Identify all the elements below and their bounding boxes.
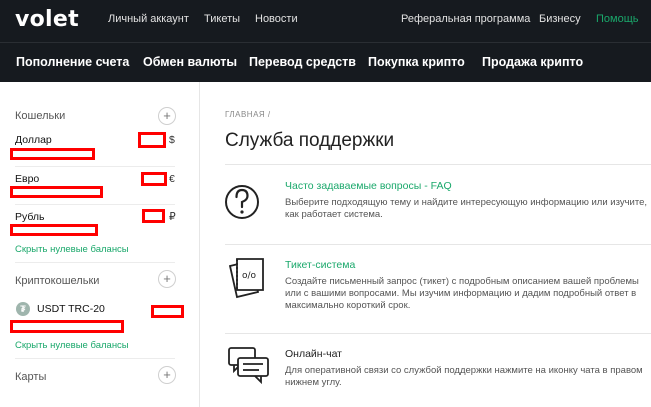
divider [15, 358, 175, 359]
main-nav-sell-crypto[interactable]: Продажа крипто [482, 55, 583, 69]
ticket-icon: o/o [228, 258, 264, 299]
add-crypto-wallet-button[interactable]: + [158, 270, 176, 288]
nav-personal-account[interactable]: Личный аккаунт [108, 13, 189, 25]
redacted-balance [141, 172, 167, 186]
page-title: Служба поддержки [225, 130, 395, 151]
main-nav: Пополнение счета Обмен валюты Перевод ср… [0, 42, 651, 82]
cards-label: Карты [15, 371, 47, 383]
add-wallet-button[interactable]: + [158, 107, 176, 125]
online-chat-description: Для оперативной связи со службой поддерж… [285, 365, 643, 388]
nav-news[interactable]: Новости [255, 13, 298, 25]
nav-help[interactable]: Помощь [596, 13, 639, 25]
hide-zero-balances-link[interactable]: Скрыть нулевые балансы [15, 244, 129, 255]
nav-referral[interactable]: Реферальная программа [401, 13, 530, 25]
wallet-ruble-symbol: ₽ [169, 211, 176, 223]
sidebar: Кошельки + Доллар $ Евро € Рубль ₽ Скрыт… [0, 82, 200, 407]
wallet-dollar[interactable]: Доллар [15, 134, 52, 146]
wallet-dollar-symbol: $ [169, 134, 175, 146]
divider [15, 204, 175, 205]
wallet-usdt[interactable]: USDT TRC-20 [37, 303, 105, 315]
tether-icon: ₮ [16, 302, 30, 316]
wallet-euro[interactable]: Евро [15, 173, 39, 185]
wallet-euro-symbol: € [169, 173, 175, 185]
logo[interactable]: volet [15, 7, 79, 32]
main-nav-deposit[interactable]: Пополнение счета [16, 55, 129, 69]
redacted-account [10, 224, 98, 236]
question-icon [225, 185, 259, 219]
divider [15, 166, 175, 167]
online-chat-title[interactable]: Онлайн-чат [285, 348, 342, 360]
nav-business[interactable]: Бизнесу [539, 13, 581, 25]
faq-link[interactable]: Часто задаваемые вопросы - FAQ [285, 180, 452, 192]
divider [15, 262, 175, 263]
main-content: ГЛАВНАЯ / Служба поддержки Часто задавае… [201, 82, 651, 407]
ticket-system-link[interactable]: Тикет-система [285, 259, 355, 271]
redacted-account [10, 186, 103, 198]
crypto-hide-zero-balances-link[interactable]: Скрыть нулевые балансы [15, 340, 129, 351]
wallet-ruble[interactable]: Рубль [15, 211, 45, 223]
faq-description: Выберите подходящую тему и найдите интер… [285, 197, 647, 220]
breadcrumb[interactable]: ГЛАВНАЯ / [225, 110, 271, 119]
top-bar: volet Личный аккаунт Тикеты Новости Рефе… [0, 0, 651, 42]
add-card-button[interactable]: + [158, 366, 176, 384]
nav-tickets[interactable]: Тикеты [204, 13, 240, 25]
main-nav-exchange[interactable]: Обмен валюты [143, 55, 237, 69]
ticket-system-description: Создайте письменный запрос (тикет) с под… [285, 276, 639, 311]
redacted-account [10, 320, 124, 333]
divider [225, 333, 651, 334]
redacted-account [10, 148, 95, 160]
main-nav-buy-crypto[interactable]: Покупка крипто [368, 55, 465, 69]
divider [225, 164, 651, 165]
chat-icon [228, 347, 269, 385]
crypto-wallets-label: Криптокошельки [15, 275, 100, 287]
redacted-balance [138, 132, 166, 148]
main-nav-transfer[interactable]: Перевод средств [249, 55, 356, 69]
redacted-balance [151, 305, 184, 318]
wallets-label: Кошельки [15, 110, 66, 122]
redacted-balance [142, 209, 165, 223]
svg-text:o/o: o/o [242, 271, 257, 281]
divider [225, 244, 651, 245]
